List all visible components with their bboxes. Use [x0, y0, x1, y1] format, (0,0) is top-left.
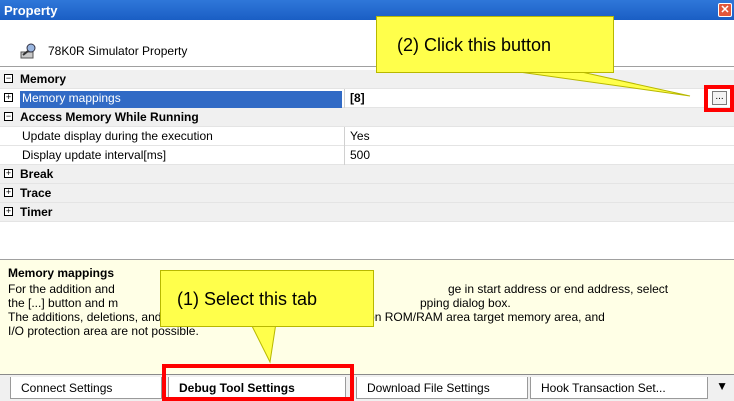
- property-value[interactable]: 500: [350, 148, 370, 162]
- description-line-3a: The additions, deletions, and: [8, 310, 162, 324]
- expand-icon[interactable]: +: [4, 207, 13, 216]
- tab-list-dropdown-icon[interactable]: ▼: [716, 379, 728, 393]
- collapse-icon[interactable]: −: [4, 112, 13, 121]
- callout-select-tab: (1) Select this tab: [160, 270, 374, 327]
- description-line-2a: the [...] button and m: [8, 296, 119, 310]
- callout-click-button-text: (2) Click this button: [397, 35, 552, 55]
- close-icon[interactable]: ✕: [718, 3, 732, 17]
- window-title: Property: [4, 3, 58, 18]
- category-trace[interactable]: + Trace: [0, 184, 734, 203]
- callout-select-tab-text: (1) Select this tab: [177, 289, 318, 309]
- expand-icon[interactable]: +: [4, 188, 13, 197]
- property-name: Update display during the execution: [22, 129, 213, 143]
- expand-icon[interactable]: +: [4, 169, 13, 178]
- category-label: Timer: [20, 205, 53, 219]
- property-row-update-display[interactable]: Update display during the execution Yes: [0, 127, 734, 146]
- category-break[interactable]: + Break: [0, 165, 734, 184]
- annotation-highlight-button: [704, 85, 734, 112]
- collapse-icon[interactable]: −: [4, 74, 13, 83]
- property-name: Memory mappings: [20, 91, 342, 108]
- column-divider: [344, 146, 345, 165]
- callout-click-button: (2) Click this button: [376, 16, 614, 73]
- category-label: Break: [20, 167, 54, 181]
- column-divider: [344, 89, 345, 108]
- description-line-1b: ge in start address or end address, sele…: [448, 282, 669, 296]
- property-value[interactable]: Yes: [350, 129, 370, 143]
- description-line-1a: For the addition and: [8, 282, 115, 296]
- category-label: Trace: [20, 186, 52, 200]
- property-name: Display update interval[ms]: [22, 148, 167, 162]
- description-line-2b: pping dialog box.: [420, 296, 511, 310]
- category-label: Memory: [20, 72, 67, 86]
- property-value: [8]: [350, 91, 365, 105]
- category-label: Access Memory While Running: [20, 110, 199, 124]
- expand-icon[interactable]: +: [4, 93, 13, 102]
- tab-connect-settings[interactable]: Connect Settings: [10, 377, 162, 399]
- tab-bar: Connect Settings Debug Tool Settings Dow…: [0, 374, 734, 401]
- tab-download-file-settings[interactable]: Download File Settings: [356, 377, 528, 399]
- column-divider: [344, 127, 345, 146]
- property-row-update-interval[interactable]: Display update interval[ms] 500: [0, 146, 734, 165]
- property-target-label: 78K0R Simulator Property: [48, 44, 188, 58]
- tab-hook-transaction-settings[interactable]: Hook Transaction Set...: [530, 377, 708, 399]
- category-timer[interactable]: + Timer: [0, 203, 734, 222]
- property-icon: [20, 43, 36, 59]
